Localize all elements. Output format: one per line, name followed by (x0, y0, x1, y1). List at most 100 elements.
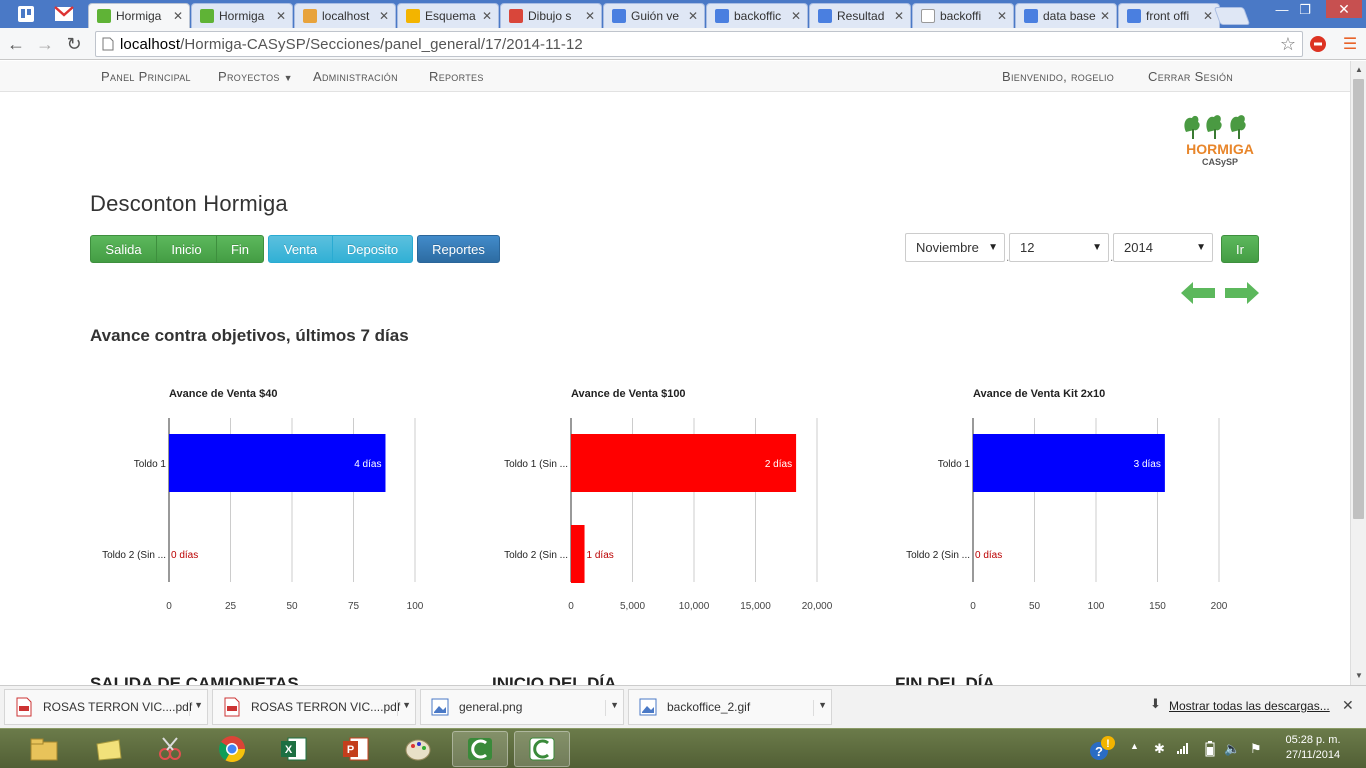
powerpoint-icon[interactable]: P (328, 731, 384, 767)
minimize-icon[interactable]: — (1270, 2, 1294, 17)
close-tab-icon[interactable]: ✕ (585, 9, 595, 23)
file-explorer-icon[interactable] (16, 731, 72, 767)
nav-proyectos[interactable]: Proyectos ▼ (218, 69, 293, 84)
x-tick-label: 5,000 (620, 601, 645, 612)
chevron-down-icon[interactable]: ▼ (813, 700, 827, 716)
tab-title: Dibujo s (528, 9, 572, 23)
chevron-down-icon[interactable]: ▼ (189, 700, 203, 716)
nav-administracion[interactable]: Administración (313, 69, 398, 84)
scroll-up-icon[interactable]: ▲ (1351, 65, 1366, 74)
notes-app-icon[interactable] (80, 731, 136, 767)
adblock-icon[interactable] (1306, 32, 1330, 56)
ir-button[interactable]: Ir (1221, 235, 1259, 263)
volume-icon[interactable]: 🔈 (1224, 741, 1240, 757)
reload-icon[interactable]: ↻ (62, 32, 86, 56)
salida-button[interactable]: Salida (90, 235, 157, 263)
close-tab-icon[interactable]: ✕ (173, 9, 183, 23)
close-tab-icon[interactable]: ✕ (997, 9, 1007, 23)
download-item[interactable]: ROSAS TERRON VIC....pdf ▼ (4, 689, 208, 725)
nav-cerrar-sesion[interactable]: Cerrar Sesión (1148, 69, 1233, 84)
taskbar-clock[interactable]: 05:28 p. m. 27/11/2014 (1278, 733, 1348, 763)
month-select[interactable]: Noviembre ▼ (905, 233, 1005, 262)
year-select[interactable]: 2014 ▼ (1113, 233, 1213, 262)
back-icon[interactable]: ← (4, 32, 28, 56)
nav-reportes[interactable]: Reportes (429, 69, 484, 84)
day-value: 12 (1020, 240, 1035, 255)
close-tab-icon[interactable]: ✕ (894, 9, 904, 23)
scrollbar-thumb[interactable] (1353, 79, 1364, 519)
browser-tab[interactable]: front offi ✕ (1118, 3, 1220, 28)
reportes-button[interactable]: Reportes (417, 235, 500, 263)
close-tab-icon[interactable]: ✕ (1203, 9, 1213, 23)
x-tick-label: 50 (286, 601, 298, 612)
close-tab-icon[interactable]: ✕ (688, 9, 698, 23)
app-navbar: Panel Principal Proyectos ▼ Administraci… (0, 61, 1350, 92)
page-scrollbar[interactable]: ▲ ▼ (1350, 61, 1366, 685)
excel-icon[interactable]: X (266, 731, 322, 767)
pdf-icon (224, 697, 240, 717)
arrow-right-icon[interactable] (1225, 282, 1259, 304)
menu-icon[interactable]: ☰ (1338, 32, 1362, 56)
trello-app-icon[interactable] (10, 2, 42, 26)
network-tray-icon[interactable]: ✱ (1154, 741, 1165, 757)
close-icon[interactable]: ✕ (1342, 697, 1354, 714)
day-select[interactable]: 12 ▼ (1009, 233, 1109, 262)
close-tab-icon[interactable]: ✕ (791, 9, 801, 23)
scroll-down-icon[interactable]: ▼ (1351, 671, 1366, 680)
chevron-down-icon[interactable]: ▼ (397, 700, 411, 716)
venta-button[interactable]: Venta (268, 235, 333, 263)
browser-tab[interactable]: backoffi ✕ (912, 3, 1014, 28)
chart-title: Avance de Venta $40 (169, 388, 277, 400)
bookmark-star-icon[interactable]: ☆ (1280, 34, 1296, 55)
new-tab-button[interactable] (1213, 7, 1251, 25)
browser-tab[interactable]: data base ✕ (1015, 3, 1117, 28)
gmail-app-icon[interactable] (48, 2, 80, 26)
wifi-signal-icon[interactable] (1176, 741, 1190, 758)
browser-tab[interactable]: Esquema ✕ (397, 3, 499, 28)
paint-icon[interactable] (390, 731, 446, 767)
data-label: 0 días (171, 550, 198, 561)
camtasia-recorder-icon[interactable] (514, 731, 570, 767)
image-icon (431, 698, 449, 716)
browser-tab[interactable]: Dibujo s ✕ (500, 3, 602, 28)
inicio-button[interactable]: Inicio (156, 235, 217, 263)
snipping-tool-icon[interactable] (142, 731, 198, 767)
tray-expand-icon[interactable]: ▲ (1130, 741, 1139, 751)
close-window-icon[interactable]: ✕ (1326, 0, 1362, 18)
browser-tab[interactable]: backoffic ✕ (706, 3, 808, 28)
browser-tab[interactable]: Hormiga ✕ (88, 3, 190, 28)
browser-tab[interactable]: Resultad ✕ (809, 3, 911, 28)
download-item[interactable]: ROSAS TERRON VIC....pdf ▼ (212, 689, 416, 725)
download-name: general.png (459, 700, 523, 714)
help-alert-icon[interactable]: ?! (1088, 735, 1118, 766)
x-tick-label: 100 (1088, 601, 1105, 612)
docs-icon (612, 9, 626, 23)
arrow-left-icon[interactable] (1181, 282, 1215, 304)
deposito-button[interactable]: Deposito (332, 235, 413, 263)
browser-tab[interactable]: Guión ve ✕ (603, 3, 705, 28)
tab-title: backoffi (940, 9, 982, 23)
browser-tab[interactable]: Hormiga ✕ (191, 3, 293, 28)
chart-bar[interactable] (571, 434, 797, 492)
chart-bar[interactable] (169, 434, 386, 492)
restore-icon[interactable]: ❐ (1293, 2, 1317, 18)
close-tab-icon[interactable]: ✕ (482, 9, 492, 23)
flag-tray-icon[interactable]: ⚑ (1250, 741, 1262, 757)
forward-icon[interactable]: → (33, 32, 57, 56)
chart-venta-100: Avance de Venta $100 0 5,000 10,000 15,000 20… (504, 388, 833, 612)
chrome-icon[interactable] (204, 731, 260, 767)
chart-bar[interactable] (571, 525, 585, 583)
chevron-down-icon[interactable]: ▼ (605, 700, 619, 716)
download-item[interactable]: backoffice_2.gif ▼ (628, 689, 832, 725)
camtasia-icon[interactable] (452, 731, 508, 767)
fin-button[interactable]: Fin (216, 235, 264, 263)
nav-panel-principal[interactable]: Panel Principal (101, 69, 191, 84)
download-item[interactable]: general.png ▼ (420, 689, 624, 725)
show-all-downloads-link[interactable]: Mostrar todas las descargas... (1169, 699, 1330, 713)
browser-tab[interactable]: localhost ✕ (294, 3, 396, 28)
close-tab-icon[interactable]: ✕ (276, 9, 286, 23)
battery-icon[interactable] (1205, 741, 1215, 760)
close-tab-icon[interactable]: ✕ (379, 9, 389, 23)
address-bar[interactable]: localhost/Hormiga-CASySP/Secciones/panel… (95, 31, 1303, 57)
close-tab-icon[interactable]: ✕ (1100, 9, 1110, 23)
